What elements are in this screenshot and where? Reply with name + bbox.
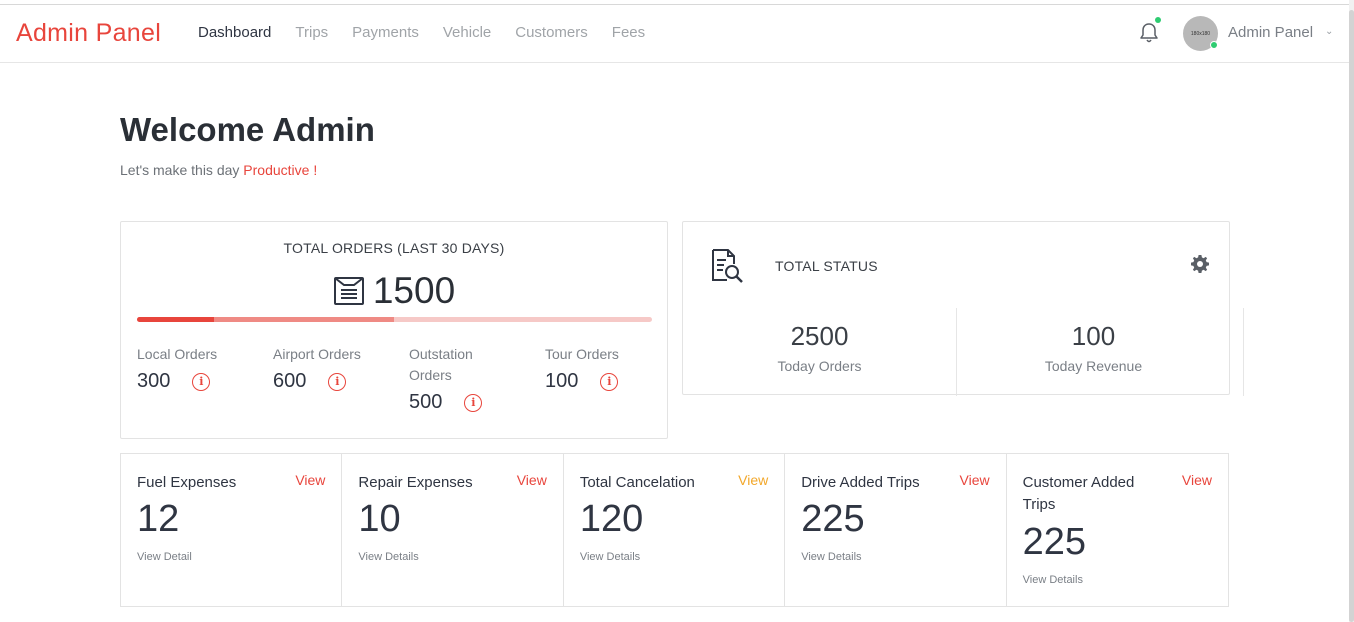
nav-customers[interactable]: Customers <box>515 24 588 41</box>
scrollbar[interactable] <box>1349 0 1354 622</box>
info-icon[interactable]: i <box>464 393 483 412</box>
bell-icon[interactable] <box>1139 22 1159 44</box>
subtitle-text: Let's make this day <box>120 162 244 178</box>
nav-trips[interactable]: Trips <box>295 24 328 41</box>
status-divider-outer <box>1243 308 1244 396</box>
view-detail-link[interactable]: View Detail <box>137 551 192 563</box>
repair-expenses-card: Repair Expenses View 10 View Details <box>342 454 564 606</box>
orders-progress-bar <box>137 317 652 322</box>
scrollbar-thumb[interactable] <box>1349 10 1354 622</box>
outstation-orders: Outstation Orders 500 i <box>409 344 504 414</box>
view-link[interactable]: View <box>960 472 990 488</box>
nav-fees[interactable]: Fees <box>612 24 645 41</box>
total-orders-card: TOTAL ORDERS (LAST 30 DAYS) 1500 Local O… <box>120 221 668 439</box>
page-subtitle: Let's make this day Productive ! <box>120 162 317 178</box>
info-icon[interactable]: i <box>600 372 619 391</box>
view-detail-link[interactable]: View Details <box>358 551 418 563</box>
nav-dashboard[interactable]: Dashboard <box>198 24 271 41</box>
airport-orders: Airport Orders 600 i <box>273 344 403 393</box>
local-orders: Local Orders 300 i <box>137 344 267 393</box>
fuel-expenses-card: Fuel Expenses View 12 View Detail <box>121 454 343 606</box>
tour-orders-row: 100 i <box>545 370 675 393</box>
progress-seg-primary <box>137 317 214 322</box>
progress-seg-secondary <box>214 317 394 322</box>
tour-orders-value: 100 <box>545 370 579 392</box>
tour-orders-label: Tour Orders <box>545 346 619 362</box>
local-orders-row: 300 i <box>137 370 267 393</box>
drive-added-trips-card: Drive Added Trips View 225 View Details <box>785 454 1007 606</box>
orders-total-value: 1500 <box>372 270 456 311</box>
user-menu-name[interactable]: Admin Panel <box>1228 24 1313 41</box>
view-detail-link[interactable]: View Details <box>801 551 861 563</box>
notification-dot <box>1155 17 1161 23</box>
orders-list-icon <box>333 277 364 305</box>
info-icon[interactable]: i <box>328 372 347 391</box>
view-detail-link[interactable]: View Details <box>580 551 640 563</box>
total-cancelation-card: Total Cancelation View 120 View Details <box>564 454 786 606</box>
local-orders-value: 300 <box>137 370 171 392</box>
online-status-dot <box>1210 41 1218 49</box>
airport-orders-row: 600 i <box>273 370 403 393</box>
today-revenue-value: 100 <box>1071 321 1116 351</box>
customer-added-trips-card: Customer Added Trips View 225 View Detai… <box>1007 454 1228 606</box>
today-revenue-stat: 100 Today Revenue <box>957 321 1230 374</box>
main-nav: Dashboard Trips Payments Vehicle Custome… <box>198 24 669 41</box>
card-value: 225 <box>801 498 865 540</box>
today-orders-stat: 2500 Today Orders <box>683 321 956 374</box>
nav-vehicle[interactable]: Vehicle <box>443 24 491 41</box>
status-card-title: TOTAL STATUS <box>775 258 878 274</box>
info-icon[interactable]: i <box>192 372 211 391</box>
tour-orders: Tour Orders 100 i <box>545 344 675 393</box>
local-orders-label: Local Orders <box>137 346 218 362</box>
airport-orders-value: 600 <box>273 370 307 392</box>
view-detail-link[interactable]: View Details <box>1023 574 1083 586</box>
brand-logo[interactable]: Admin Panel <box>16 19 161 48</box>
orders-total-row: 1500 <box>121 270 667 312</box>
chevron-down-icon[interactable]: ⌄ <box>1325 26 1333 37</box>
gear-icon[interactable] <box>1190 254 1210 274</box>
outstation-orders-row: 500 i <box>409 391 504 414</box>
total-status-card: TOTAL STATUS 2500 Today Orders 100 Today… <box>682 221 1244 396</box>
today-revenue-label: Today Revenue <box>1044 358 1143 374</box>
airport-orders-label: Airport Orders <box>273 346 361 362</box>
today-orders-label: Today Orders <box>777 358 862 374</box>
card-value: 225 <box>1022 521 1087 563</box>
orders-card-title: TOTAL ORDERS (LAST 30 DAYS) <box>283 240 505 256</box>
card-value: 120 <box>579 498 644 540</box>
view-link[interactable]: View <box>295 472 325 488</box>
view-link[interactable]: View <box>517 472 547 488</box>
subtitle-accent: Productive ! <box>243 162 318 178</box>
nav-payments[interactable]: Payments <box>352 24 419 41</box>
outstation-orders-value: 500 <box>409 391 443 413</box>
card-title: Customer Added Trips <box>1022 474 1135 513</box>
card-title: Drive Added Trips <box>801 474 920 491</box>
view-link[interactable]: View <box>738 472 768 488</box>
navbar: Admin Panel Dashboard Trips Payments Veh… <box>0 5 1349 63</box>
outstation-orders-label: Outstation Orders <box>409 346 473 383</box>
card-title: Total Cancelation <box>579 474 695 491</box>
view-link[interactable]: View <box>1182 472 1212 488</box>
document-search-icon <box>712 249 743 283</box>
card-title: Fuel Expenses <box>137 474 237 491</box>
card-title: Repair Expenses <box>358 474 473 491</box>
card-value: 12 <box>137 498 180 540</box>
avatar-placeholder-text: 180x180 <box>1190 30 1211 37</box>
summary-cards-row: Fuel Expenses View 12 View Detail Repair… <box>120 453 1229 607</box>
today-orders-value: 2500 <box>790 321 849 351</box>
card-value: 10 <box>358 498 401 540</box>
page-title: Welcome Admin <box>120 111 375 148</box>
